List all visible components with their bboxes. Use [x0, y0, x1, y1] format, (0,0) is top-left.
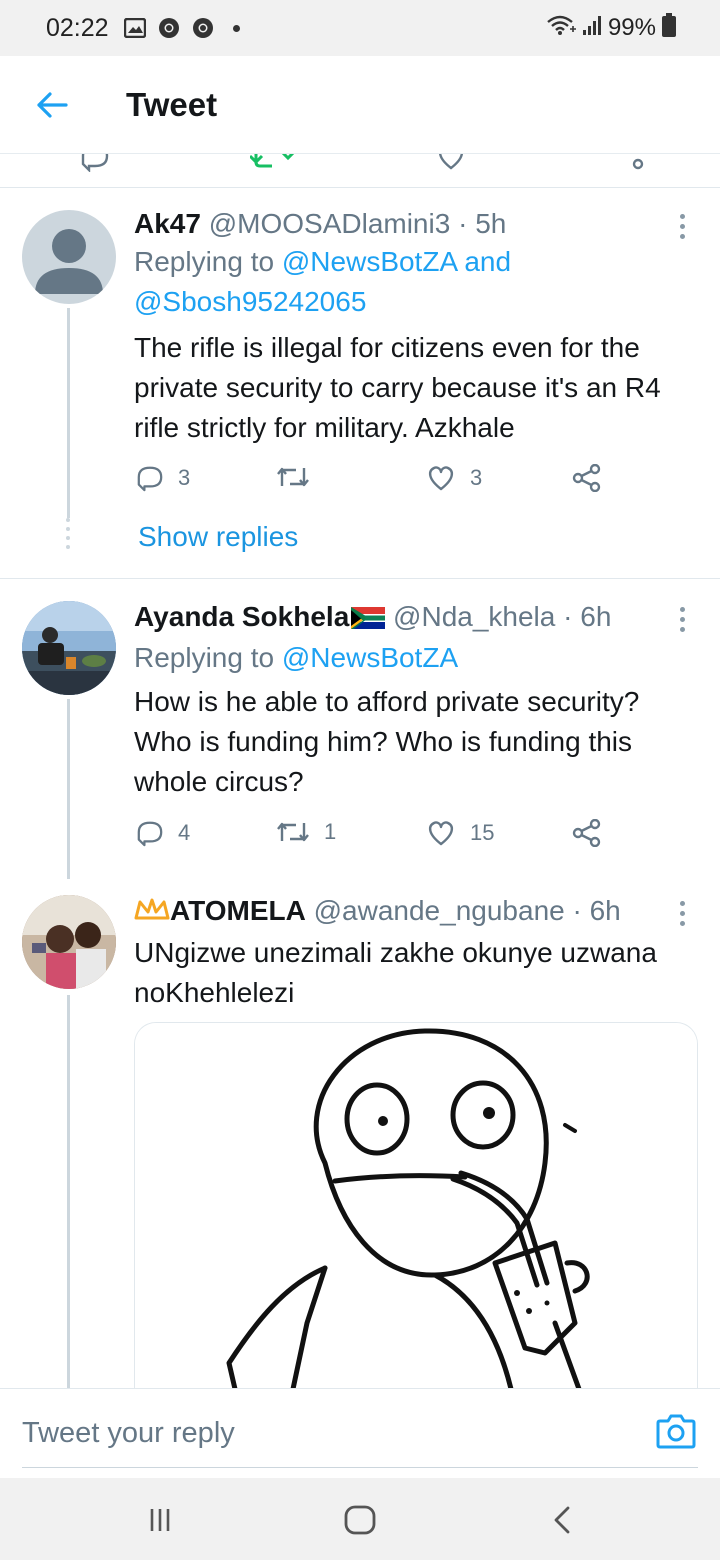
- replying-to-label: Replying to: [134, 246, 275, 277]
- app-header: Tweet: [0, 56, 720, 154]
- handle[interactable]: @awande_ngubane: [314, 895, 565, 926]
- tweet-text: How is he able to afford private securit…: [134, 686, 640, 797]
- mention-link[interactable]: @Sbosh95242065: [134, 286, 366, 317]
- crown-icon: [134, 895, 170, 931]
- home-icon: [344, 1505, 376, 1535]
- reply-icon: [137, 466, 163, 492]
- retweet-button[interactable]: 1: [276, 819, 336, 845]
- avatar[interactable]: [22, 895, 116, 989]
- display-name[interactable]: Ayanda Sokhela: [134, 601, 349, 632]
- recent-apps-icon: [150, 1509, 170, 1531]
- handle[interactable]: @MOOSADlamini3: [209, 208, 451, 239]
- south-africa-flag-icon: [351, 602, 386, 638]
- heart-icon: [428, 466, 454, 491]
- default-avatar-icon: [35, 229, 103, 294]
- share-icon[interactable]: [626, 154, 650, 172]
- thread-line: [67, 995, 70, 1388]
- battery-percent: 99%: [607, 14, 656, 41]
- like-count: 3: [470, 465, 483, 490]
- like-icon[interactable]: [436, 154, 466, 172]
- retweet-count: 1: [324, 819, 337, 844]
- profile-photo-icon: [22, 895, 116, 989]
- replying-to: Replying to @NewsBotZA and @Sbosh9524206…: [134, 242, 690, 322]
- reply-input[interactable]: Tweet your reply: [22, 1417, 235, 1450]
- replying-to: Replying to @NewsBotZA: [134, 638, 690, 678]
- signal-icon: [582, 14, 602, 43]
- handle[interactable]: @Nda_khela: [393, 601, 555, 632]
- more-options-button[interactable]: [672, 208, 692, 244]
- reply-button[interactable]: 4: [136, 819, 190, 847]
- tweet-media[interactable]: [134, 1022, 698, 1388]
- home-button[interactable]: [338, 1498, 382, 1542]
- replying-to-label: Replying to: [134, 642, 275, 673]
- meme-drinking-straw-image: [135, 1023, 697, 1388]
- tweet-text: The rifle is illegal for citizens even f…: [134, 332, 661, 443]
- reply-icon: [137, 821, 163, 847]
- reply-tweet-1[interactable]: Ak47 @MOOSADlamini3 · 5h Replying to @Ne…: [0, 188, 720, 578]
- back-icon: [554, 1506, 570, 1534]
- gallery-icon: [123, 16, 147, 40]
- like-button[interactable]: 15: [426, 819, 494, 847]
- mention-link[interactable]: @NewsBotZA: [282, 642, 458, 673]
- share-button[interactable]: [572, 819, 602, 847]
- avatar[interactable]: [22, 210, 116, 304]
- main-tweet-actions-partial: [0, 154, 720, 188]
- camera-icon: [656, 1414, 696, 1449]
- show-replies-link[interactable]: Show replies: [138, 521, 298, 553]
- page-title: Tweet: [126, 85, 218, 123]
- more-options-button[interactable]: [672, 895, 692, 931]
- timestamp: · 5h: [458, 208, 507, 239]
- retweet-button[interactable]: [276, 464, 324, 490]
- reply-icon[interactable]: [80, 154, 110, 172]
- display-name[interactable]: Ak47: [134, 208, 201, 239]
- nav-back-button[interactable]: [540, 1498, 584, 1542]
- reply-button[interactable]: 3: [136, 464, 190, 492]
- tweet-actions: 4 1 15: [134, 819, 614, 859]
- tweet-actions: 3 3: [134, 464, 614, 504]
- retweet-icon: [277, 822, 309, 842]
- thread-line: [67, 308, 70, 518]
- reply-bar: Tweet your reply: [0, 1388, 720, 1478]
- status-bar: 02:22 99%: [0, 0, 720, 56]
- mention-link[interactable]: @NewsBotZA and: [282, 246, 511, 277]
- thread-line: [67, 699, 70, 879]
- tweet-meta: ATOMELA @awande_ngubane · 6h: [134, 893, 690, 931]
- reply-count: 4: [178, 820, 191, 845]
- reply-count: 3: [178, 465, 191, 490]
- recent-apps-button[interactable]: [138, 1498, 182, 1542]
- status-time: 02:22: [46, 13, 109, 42]
- thread-dots: [66, 518, 70, 549]
- display-name[interactable]: ATOMELA: [170, 895, 306, 926]
- retweet-icon: [277, 467, 309, 487]
- tweet-text: UNgizwe unezimali zakhe okunye uzwana no…: [134, 937, 657, 1008]
- tweet-meta: Ak47 @MOOSADlamini3 · 5h: [134, 206, 690, 242]
- more-options-button[interactable]: [672, 601, 692, 637]
- share-button[interactable]: [572, 464, 602, 492]
- like-count: 15: [470, 820, 495, 845]
- share-icon: [572, 464, 601, 492]
- arrow-left-icon: [37, 91, 68, 118]
- battery-icon: [662, 12, 676, 44]
- share-icon: [572, 819, 601, 847]
- timestamp: · 6h: [563, 601, 612, 632]
- notification-dot: [232, 24, 240, 32]
- chrome-icon: [157, 16, 181, 40]
- avatar[interactable]: [22, 601, 116, 695]
- heart-icon: [428, 821, 454, 846]
- system-nav-bar: [0, 1478, 720, 1560]
- back-button[interactable]: [22, 75, 82, 135]
- tweet-meta: Ayanda Sokhela @Nda_khela · 6h: [134, 599, 690, 638]
- chrome-icon: [191, 16, 215, 40]
- profile-photo-icon: [22, 601, 116, 695]
- reply-tweet-2[interactable]: Ayanda Sokhela @Nda_khela · 6h Replying …: [0, 579, 720, 879]
- reply-underline: [22, 1467, 698, 1468]
- wifi-icon: [546, 14, 576, 43]
- camera-button[interactable]: [656, 1413, 696, 1453]
- timestamp: · 6h: [572, 895, 621, 926]
- like-button[interactable]: 3: [426, 464, 482, 492]
- retweet-icon[interactable]: [250, 154, 294, 172]
